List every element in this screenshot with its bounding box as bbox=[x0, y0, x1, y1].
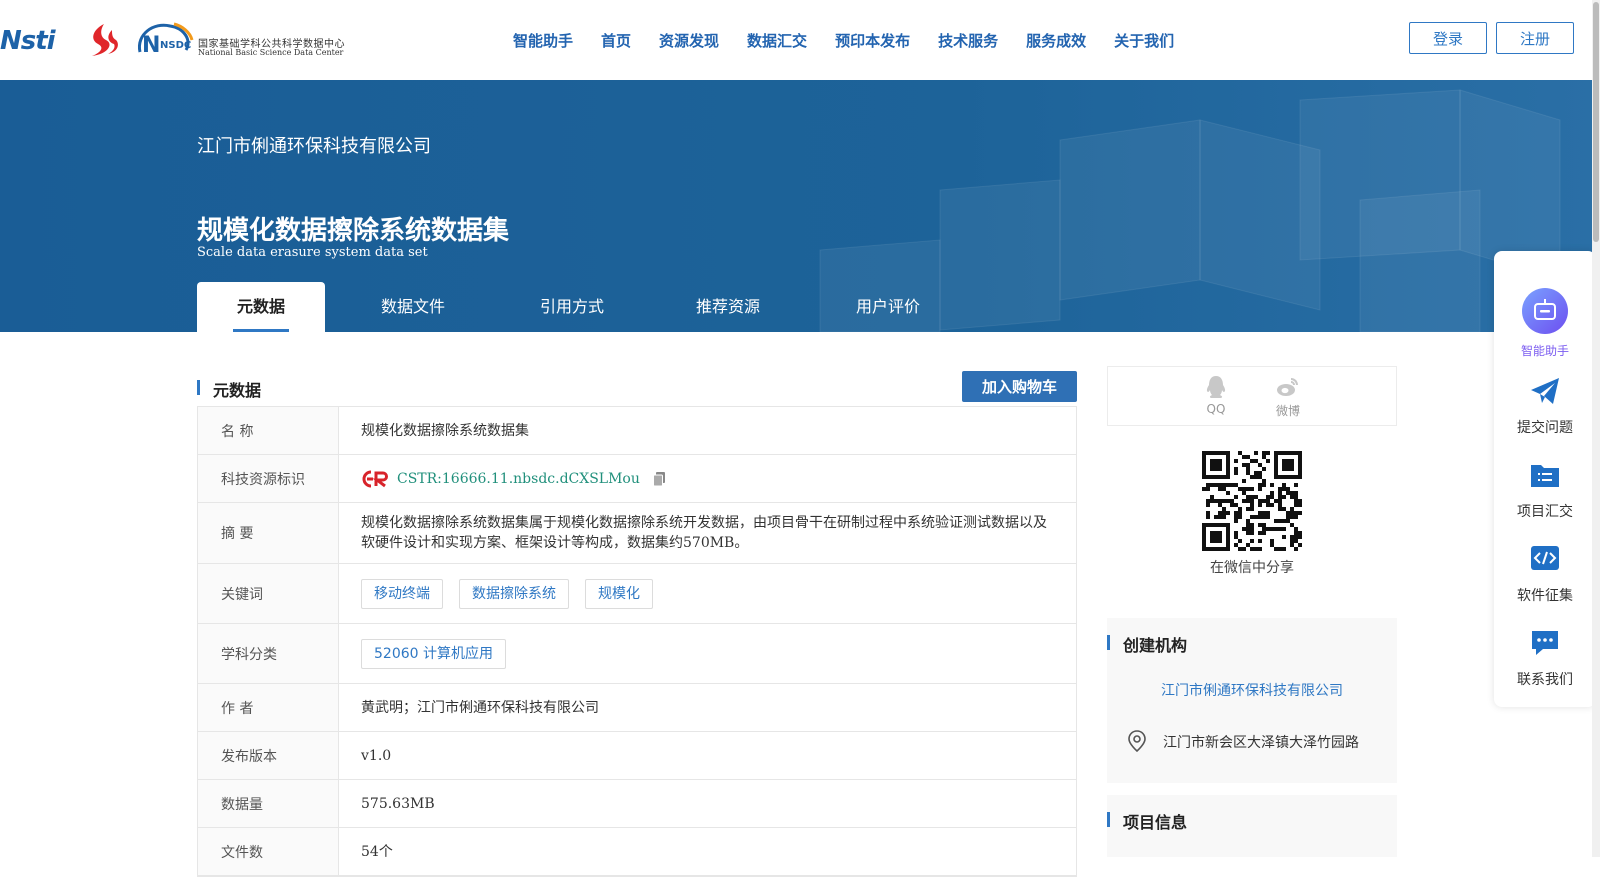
share-weibo-label: 微博 bbox=[1275, 404, 1300, 418]
nav-home[interactable]: 首页 bbox=[601, 30, 631, 52]
nav-ai-assistant[interactable]: 智能助手 bbox=[513, 30, 573, 52]
subject-value: 52060 计算机应用 bbox=[339, 624, 1076, 683]
share-box: QQ 微博 bbox=[1107, 366, 1397, 426]
login-button[interactable]: 登录 bbox=[1409, 22, 1487, 54]
table-row: 数据量 575.63MB bbox=[198, 780, 1076, 828]
side-submit-question[interactable]: 提交问题 bbox=[1494, 375, 1596, 437]
row-label: 文件数 bbox=[198, 828, 339, 875]
dataset-tabs: 元数据 数据文件 引用方式 推荐资源 用户评价 bbox=[197, 282, 963, 332]
paper-plane-icon bbox=[1531, 378, 1559, 404]
author-value: 黄武明；江门市俐通环保科技有限公司 bbox=[361, 699, 599, 716]
page-scrollbar[interactable] bbox=[1592, 0, 1600, 857]
side-project-submission[interactable]: 项目汇交 bbox=[1494, 459, 1596, 521]
side-ai-assistant-label: 智能助手 bbox=[1520, 344, 1569, 358]
creator-org-title: 创建机构 bbox=[1107, 632, 1187, 656]
nav-about[interactable]: 关于我们 bbox=[1114, 30, 1174, 52]
folder-list-icon bbox=[1531, 465, 1559, 487]
wechat-qr-code bbox=[1202, 451, 1302, 551]
project-info-box: 项目信息 bbox=[1107, 795, 1397, 857]
dataset-banner: 江门市俐通环保科技有限公司 规模化数据擦除系统数据集 Scale data er… bbox=[0, 80, 1600, 332]
nav-tech-service[interactable]: 技术服务 bbox=[938, 30, 998, 52]
qq-icon bbox=[1206, 376, 1226, 398]
metadata-table: 名 称 规模化数据擦除系统数据集 科技资源标识 CSTR:16666.11.nb… bbox=[197, 406, 1077, 877]
row-label: 关键词 bbox=[198, 564, 339, 623]
table-row: 名 称 规模化数据擦除系统数据集 bbox=[198, 407, 1076, 455]
side-software-collection-label: 软件征集 bbox=[1517, 588, 1573, 604]
org-address: 江门市新会区大泽镇大泽竹园路 bbox=[1163, 735, 1359, 751]
abstract-value: 规模化数据擦除系统数据集属于规模化数据擦除系统开发数据，由项目骨干在研制过程中系… bbox=[361, 515, 1047, 551]
metadata-section-title: 元数据 bbox=[197, 377, 261, 401]
share-qq[interactable]: QQ bbox=[1196, 375, 1236, 416]
table-row: 关键词 移动终端 数据擦除系统 规模化 bbox=[198, 564, 1076, 624]
weibo-icon bbox=[1277, 378, 1298, 396]
version-value: v1.0 bbox=[361, 747, 392, 764]
nav-data-submission[interactable]: 数据汇交 bbox=[747, 30, 807, 52]
cstr-logo-icon bbox=[362, 470, 388, 487]
keyword-tag[interactable]: 规模化 bbox=[585, 578, 653, 609]
dataset-subtitle: Scale data erasure system data set bbox=[197, 245, 428, 260]
table-row: 文件数 54个 bbox=[198, 828, 1076, 876]
row-label: 发布版本 bbox=[198, 732, 339, 779]
table-row: 作 者 黄武明；江门市俐通环保科技有限公司 bbox=[198, 684, 1076, 732]
location-pin-icon bbox=[1128, 730, 1146, 752]
svg-text:N: N bbox=[142, 33, 160, 58]
nav-resource-discovery[interactable]: 资源发现 bbox=[659, 30, 719, 52]
row-label: 数据量 bbox=[198, 780, 339, 827]
dataset-name-value: 规模化数据擦除系统数据集 bbox=[361, 422, 529, 439]
site-header: Nsti N NSDC 国家基础学科公共科学数据中心 National Basi… bbox=[0, 0, 1600, 80]
keyword-tag[interactable]: 数据擦除系统 bbox=[459, 578, 569, 609]
nsti-logo[interactable]: Nsti bbox=[0, 26, 56, 56]
svg-text:NSDC: NSDC bbox=[160, 40, 191, 51]
add-to-cart-button[interactable]: 加入购物车 bbox=[962, 371, 1077, 402]
subject-tag[interactable]: 52060 计算机应用 bbox=[361, 638, 506, 669]
row-label: 学科分类 bbox=[198, 624, 339, 683]
creator-org-link[interactable]: 江门市俐通环保科技有限公司 bbox=[1107, 680, 1397, 700]
tab-user-reviews[interactable]: 用户评价 bbox=[813, 282, 963, 332]
share-weibo[interactable]: 微博 bbox=[1268, 375, 1308, 419]
file-count-value: 54个 bbox=[361, 843, 393, 860]
side-software-collection[interactable]: 软件征集 bbox=[1494, 543, 1596, 605]
tab-data-files[interactable]: 数据文件 bbox=[325, 282, 501, 332]
cstr-link[interactable]: CSTR:16666.11.nbsdc.dCXSLMou bbox=[397, 469, 640, 489]
nav-preprint[interactable]: 预印本发布 bbox=[835, 30, 910, 52]
nsdc-logo[interactable]: N NSDC 国家基础学科公共科学数据中心 National Basic Sci… bbox=[134, 20, 350, 60]
chat-bubble-icon bbox=[1532, 631, 1558, 655]
side-contact-us[interactable]: 联系我们 bbox=[1494, 627, 1596, 689]
table-row: 学科分类 52060 计算机应用 bbox=[198, 624, 1076, 684]
floating-side-panel: 智能助手 提交问题 项目汇交 软件征集 联系我们 bbox=[1494, 251, 1596, 707]
row-label: 摘 要 bbox=[198, 503, 339, 563]
wechat-share-caption: 在微信中分享 bbox=[1210, 560, 1294, 576]
table-row: 科技资源标识 CSTR:16666.11.nbsdc.dCXSLMou bbox=[198, 455, 1076, 503]
share-qq-label: QQ bbox=[1206, 402, 1226, 416]
cas-logo-icon[interactable] bbox=[82, 22, 120, 58]
cstr-value: CSTR:16666.11.nbsdc.dCXSLMou bbox=[339, 455, 1076, 502]
creator-org-box: 创建机构 江门市俐通环保科技有限公司 江门市新会区大泽镇大泽竹园路 bbox=[1107, 618, 1397, 783]
code-icon bbox=[1531, 546, 1559, 570]
dataset-title: 规模化数据擦除系统数据集 bbox=[197, 216, 510, 246]
keyword-tag[interactable]: 移动终端 bbox=[361, 578, 443, 609]
tab-citation[interactable]: 引用方式 bbox=[501, 282, 643, 332]
copy-icon[interactable] bbox=[652, 471, 668, 487]
keywords-value: 移动终端 数据擦除系统 规模化 bbox=[339, 564, 1076, 623]
table-row: 发布版本 v1.0 bbox=[198, 732, 1076, 780]
row-label: 作 者 bbox=[198, 684, 339, 731]
row-label: 科技资源标识 bbox=[198, 455, 339, 502]
side-ai-assistant[interactable]: 智能助手 bbox=[1494, 287, 1596, 359]
size-value: 575.63MB bbox=[361, 795, 435, 812]
nsdc-en-name: National Basic Science Data Center bbox=[198, 48, 344, 57]
row-label: 名 称 bbox=[198, 407, 339, 454]
side-contact-us-label: 联系我们 bbox=[1517, 672, 1573, 688]
tab-metadata[interactable]: 元数据 bbox=[197, 282, 325, 332]
tab-recommended[interactable]: 推荐资源 bbox=[643, 282, 813, 332]
nsdc-emblem-icon: N NSDC bbox=[137, 22, 194, 58]
register-button[interactable]: 注册 bbox=[1496, 22, 1574, 54]
robot-icon bbox=[1522, 288, 1568, 334]
nav-service-results[interactable]: 服务成效 bbox=[1026, 30, 1086, 52]
side-project-submission-label: 项目汇交 bbox=[1517, 504, 1573, 520]
banner-org-name: 江门市俐通环保科技有限公司 bbox=[197, 136, 431, 157]
main-nav: 智能助手 首页 资源发现 数据汇交 预印本发布 技术服务 服务成效 关于我们 bbox=[513, 30, 1202, 52]
side-submit-question-label: 提交问题 bbox=[1517, 420, 1573, 436]
table-row: 摘 要 规模化数据擦除系统数据集属于规模化数据擦除系统开发数据，由项目骨干在研制… bbox=[198, 503, 1076, 564]
project-info-title: 项目信息 bbox=[1107, 809, 1187, 833]
